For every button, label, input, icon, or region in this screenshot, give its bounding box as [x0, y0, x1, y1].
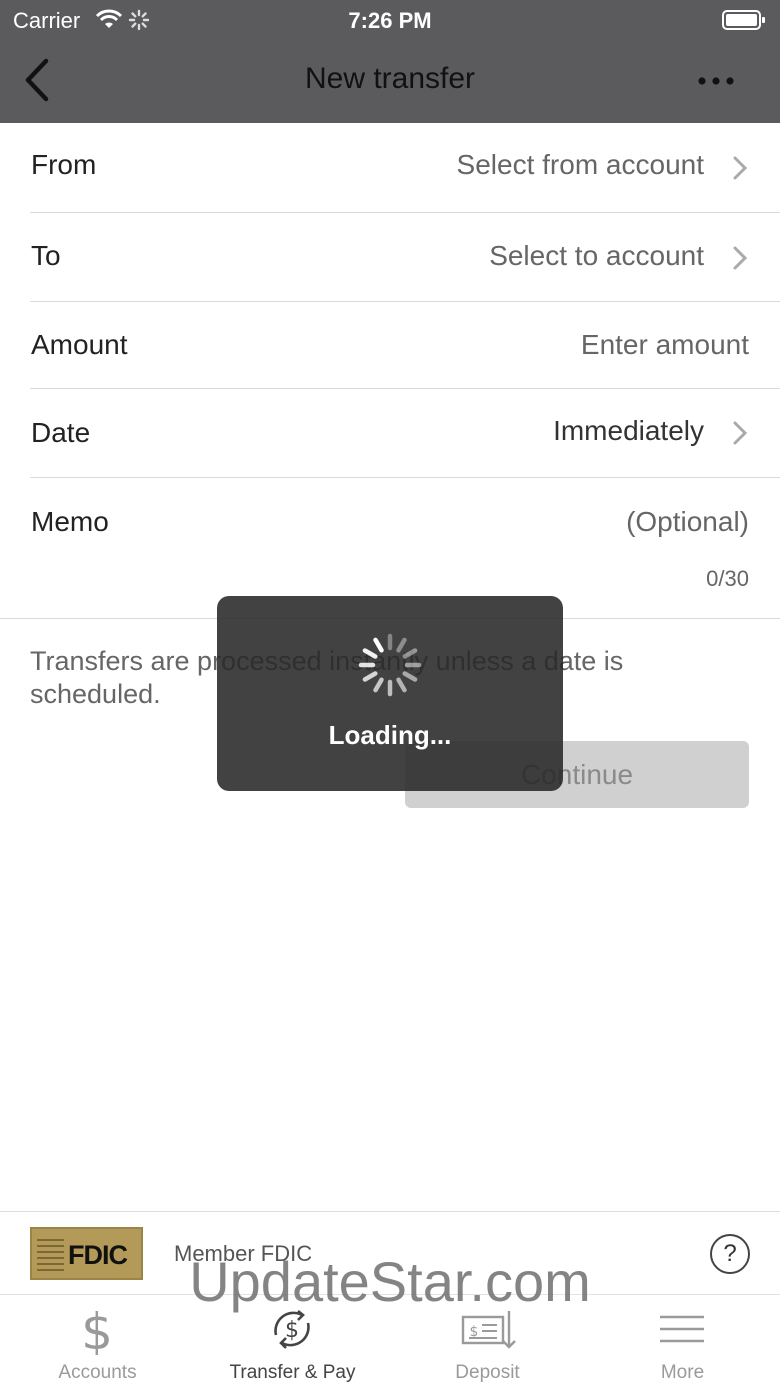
loading-overlay: Loading... — [217, 596, 563, 791]
chevron-right-icon — [733, 246, 748, 270]
battery-icon — [722, 10, 765, 30]
clock: 7:26 PM — [348, 8, 432, 33]
to-label: To — [31, 240, 61, 271]
amount-input[interactable]: Enter amount — [581, 329, 749, 361]
date-value: Immediately — [553, 415, 704, 446]
from-account-row[interactable]: From Select from account — [30, 123, 780, 213]
amount-label: Amount — [31, 329, 128, 360]
loading-spinner-icon — [358, 633, 422, 697]
memo-char-counter: 0/30 — [706, 566, 749, 591]
svg-text:$: $ — [285, 1318, 299, 1343]
to-account-row[interactable]: To Select to account — [30, 213, 780, 302]
page-title: New transfer — [304, 62, 476, 95]
more-options-icon[interactable] — [696, 66, 736, 96]
date-label: Date — [31, 417, 91, 448]
to-account-value: Select to account — [489, 240, 704, 271]
status-bar: Carrier 7:26 PM — [0, 0, 780, 40]
tab-label: Transfer & Pay — [229, 1362, 356, 1383]
memo-label: Memo — [31, 506, 109, 537]
tab-label: Accounts — [58, 1362, 137, 1383]
navigation-bar: New transfer — [0, 40, 780, 123]
from-label: From — [31, 149, 97, 180]
amount-row: Amount Enter amount — [30, 302, 780, 389]
chevron-right-icon — [733, 421, 748, 445]
from-account-value: Select from account — [456, 149, 704, 180]
tab-label: More — [660, 1362, 705, 1383]
tab-label: Deposit — [455, 1362, 520, 1383]
memo-input[interactable]: (Optional) — [626, 506, 749, 538]
watermark-text: UpdateStar.com — [189, 1250, 591, 1313]
loading-label: Loading... — [328, 720, 452, 750]
date-row[interactable]: Date Immediately — [30, 389, 780, 478]
chevron-right-icon — [733, 156, 748, 180]
header: Carrier 7:26 PM New transfer — [0, 0, 780, 123]
